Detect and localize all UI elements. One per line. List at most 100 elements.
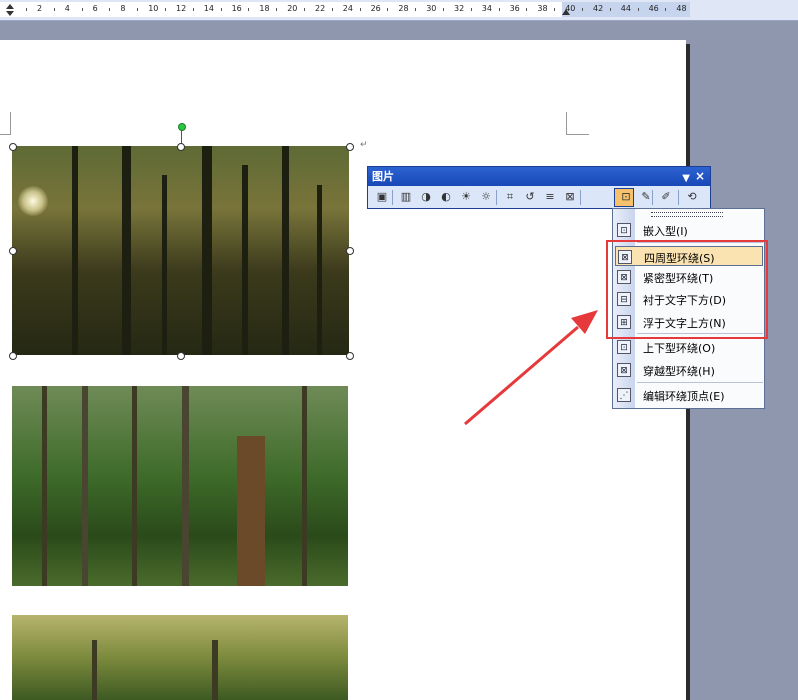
wrap-menu-label: 穿越型环绕(H): [643, 365, 715, 378]
ruler-text-area: [0, 2, 562, 17]
picture-toolbar[interactable]: 图片 ▼ × ▣ ▥ ◑ ◐ ☀ ☼ ⌗ ↺ ≡ ⊠ ⊡ ✎ ✐ ⟲: [367, 166, 711, 209]
ruler-number: 22: [315, 4, 326, 13]
menu-separator: [637, 382, 763, 383]
close-icon[interactable]: ×: [695, 167, 705, 186]
resize-handle-right[interactable]: [346, 247, 354, 255]
resize-handle-bottom-right[interactable]: [346, 352, 354, 360]
ruler-number: 26: [370, 4, 381, 13]
horizontal-ruler[interactable]: 2 4 6 8 10 12 14 16 18 20 22 24 26 28 30 32 34 36 38 40 42 44…: [0, 0, 798, 21]
crop-icon[interactable]: ⌗: [502, 189, 518, 205]
first-line-indent-marker[interactable]: [6, 4, 14, 9]
menu-drag-grip[interactable]: [651, 212, 723, 217]
ruler-tick: [526, 8, 528, 11]
ruler-number: 18: [259, 4, 270, 13]
picture-toolbar-titlebar[interactable]: 图片 ▼ ×: [368, 167, 710, 186]
wrap-option-icon: ⋰: [617, 388, 631, 402]
resize-handle-top-left[interactable]: [9, 143, 17, 151]
wrap-option-icon: ⊡: [617, 340, 631, 354]
ruler-tick: [304, 8, 305, 11]
broken-stump: [237, 436, 265, 586]
ruler-number: 42: [593, 4, 604, 13]
ruler-number: 2: [37, 4, 43, 13]
forest-image-green[interactable]: [12, 386, 348, 586]
rotation-handle[interactable]: [178, 123, 186, 131]
resize-handle-bottom[interactable]: [177, 352, 185, 360]
forest-image-autumn[interactable]: [12, 615, 348, 700]
line-style-icon[interactable]: ≡: [542, 189, 558, 205]
wrap-menu-item[interactable]: ⊡ 嵌入型(I): [615, 220, 763, 240]
ruler-tick: [53, 8, 55, 11]
workspace-gap: [0, 21, 798, 40]
wrap-menu-label: 编辑环绕顶点(E): [643, 390, 725, 403]
color-icon[interactable]: ▥: [398, 189, 414, 205]
ruler-tick: [582, 8, 583, 11]
ruler-tick: [359, 8, 361, 11]
ruler-tick: [109, 8, 111, 11]
ruler-number: 16: [231, 4, 242, 13]
less-brightness-icon[interactable]: ☼: [478, 189, 494, 205]
toolbar-separator: [392, 190, 393, 205]
ruler-number: 24: [342, 4, 353, 13]
ruler-tick: [637, 8, 639, 11]
margin-corner-right: [566, 112, 589, 135]
more-contrast-icon[interactable]: ◑: [418, 189, 434, 205]
paragraph-mark: ↵: [360, 140, 368, 150]
resize-handle-left[interactable]: [9, 247, 17, 255]
annotation-highlight-box: [606, 240, 768, 339]
toolbar-separator: [678, 190, 679, 205]
ruler-tick: [137, 8, 139, 11]
ruler-number: 34: [481, 4, 492, 13]
reset-picture-icon[interactable]: ⟲: [684, 189, 700, 205]
wrap-menu-item[interactable]: ⋰ 编辑环绕顶点(E): [615, 385, 763, 405]
toolbar-separator: [580, 190, 581, 205]
resize-handle-top-right[interactable]: [346, 143, 354, 151]
more-brightness-icon[interactable]: ☀: [458, 189, 474, 205]
ruler-number: 12: [176, 4, 187, 13]
toolbar-options-icon[interactable]: ▼: [682, 169, 690, 188]
text-wrapping-icon[interactable]: ⊡: [618, 189, 634, 205]
ruler-number: 20: [287, 4, 298, 13]
ruler-number: 8: [120, 4, 126, 13]
ruler-tick: [81, 8, 83, 11]
ruler-tick: [387, 8, 389, 11]
less-contrast-icon[interactable]: ◐: [438, 189, 454, 205]
ruler-tick: [331, 8, 333, 11]
document-page[interactable]: [0, 40, 686, 700]
ruler-tick: [26, 8, 27, 11]
ruler-tick: [443, 8, 444, 11]
wrap-menu-label: 上下型环绕(O): [643, 342, 716, 355]
ruler-tick: [248, 8, 250, 11]
sun-glow: [18, 186, 48, 216]
toolbar-separator: [496, 190, 497, 205]
set-transparent-color-icon[interactable]: ✐: [658, 189, 674, 205]
picture-toolbar-title: 图片: [372, 170, 394, 183]
wrap-menu-item[interactable]: ⊡ 上下型环绕(O): [615, 337, 763, 357]
ruler-number: 38: [537, 4, 548, 13]
ruler-number: 32: [454, 4, 465, 13]
ruler-number: 46: [648, 4, 659, 13]
wrap-option-icon: ⊠: [617, 363, 631, 377]
resize-handle-top[interactable]: [177, 143, 185, 151]
resize-handle-bottom-left[interactable]: [9, 352, 17, 360]
ruler-tick: [276, 8, 278, 11]
rotate-left-icon[interactable]: ↺: [522, 189, 538, 205]
insert-picture-icon[interactable]: ▣: [374, 189, 390, 205]
ruler-tick: [470, 8, 472, 11]
ruler-number: 36: [509, 4, 520, 13]
hanging-indent-marker[interactable]: [6, 11, 14, 16]
ruler-tick: [192, 8, 194, 11]
ruler-tick: [165, 8, 166, 11]
wrap-option-icon: ⊡: [617, 223, 631, 237]
ruler-number: 48: [676, 4, 687, 13]
ruler-number: 44: [620, 4, 631, 13]
picture-toolbar-buttons: ▣ ▥ ◑ ◐ ☀ ☼ ⌗ ↺ ≡ ⊠ ⊡ ✎ ✐ ⟲: [370, 188, 708, 208]
forest-image-sunlit[interactable]: [12, 146, 349, 355]
wrap-menu-item[interactable]: ⊠ 穿越型环绕(H): [615, 360, 763, 380]
ruler-tick: [554, 8, 556, 11]
right-indent-marker[interactable]: [562, 9, 570, 15]
compress-pictures-icon[interactable]: ⊠: [562, 189, 578, 205]
wrap-menu-label: 嵌入型(I): [643, 225, 688, 238]
ruler-number: 28: [398, 4, 409, 13]
margin-corner-left: [0, 112, 11, 135]
ruler-tick: [498, 8, 500, 11]
